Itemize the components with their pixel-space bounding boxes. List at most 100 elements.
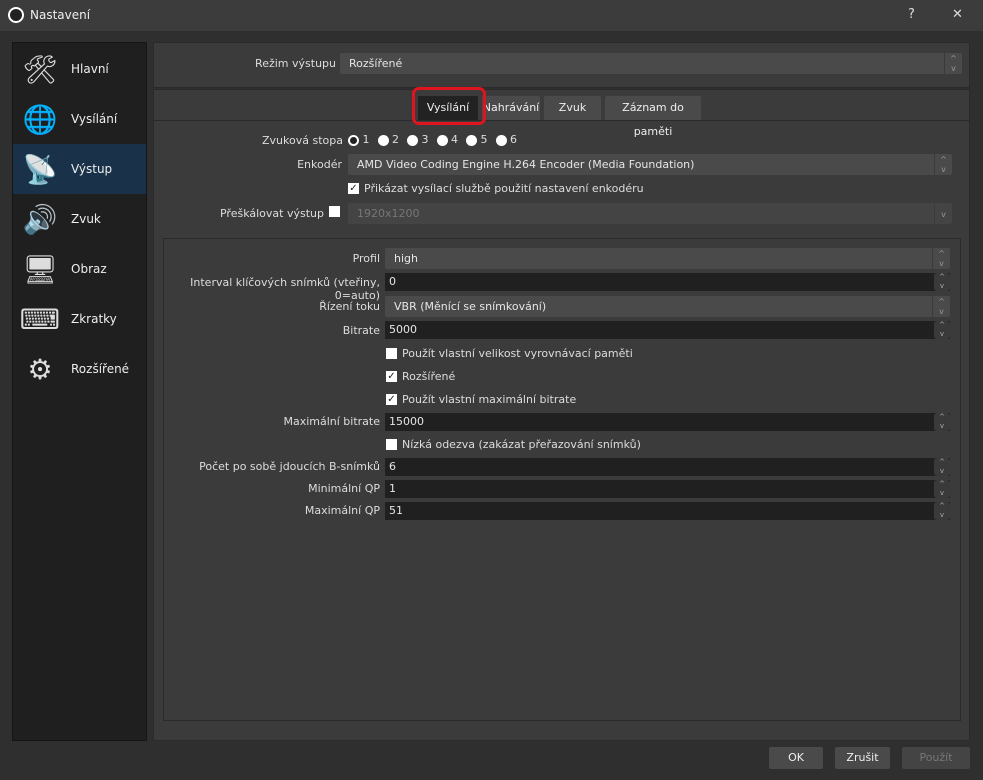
cancel-button[interactable]: Zrušit <box>835 747 890 769</box>
keyframe-spinbox[interactable]: 0 ^ v <box>385 273 950 291</box>
radio-track-1[interactable]: 1 <box>348 133 370 146</box>
audio-track-label: Zvuková stopa <box>262 134 343 147</box>
radio-track-4[interactable]: 4 <box>436 133 458 146</box>
checkmark-icon: ✓ <box>348 183 359 194</box>
chevron-updown-icon: ^ v <box>932 296 950 317</box>
max-bitrate-value: 15000 <box>389 415 424 428</box>
chevron-down-icon: v <box>934 203 952 224</box>
spin-arrows-icon[interactable]: ^ v <box>934 413 950 431</box>
obs-logo-icon <box>8 7 24 23</box>
ok-button[interactable]: OK <box>769 747 823 769</box>
close-button[interactable]: ✕ <box>952 7 963 22</box>
bframes-spinbox[interactable]: 6 ^ v <box>385 458 950 476</box>
encoder-select[interactable]: AMD Video Coding Engine H.264 Encoder (M… <box>348 154 952 175</box>
keyframe-value: 0 <box>389 275 396 288</box>
sidebar-item-label: Zkratky <box>71 312 117 326</box>
bitrate-spinbox[interactable]: 5000 ^ v <box>385 321 950 339</box>
output-mode-select[interactable]: Rozšířené ^ v <box>340 53 962 74</box>
max-bitrate-spinbox[interactable]: 15000 ^ v <box>385 413 950 431</box>
rate-control-select[interactable]: VBR (Měnící se snímkování) ^ v <box>385 296 950 317</box>
encoder-value: AMD Video Coding Engine H.264 Encoder (M… <box>357 158 695 171</box>
min-qp-value: 1 <box>389 482 396 495</box>
min-qp-spinbox[interactable]: 1 ^ v <box>385 480 950 498</box>
enforce-encoder-label: Přikázat vysílací službě použití nastave… <box>364 182 644 195</box>
title-bar: Nastavení ? ✕ <box>0 0 983 31</box>
sidebar-item-label: Hlavní <box>71 62 109 76</box>
bframes-label: Počet po sobě jdoucích B-snímků <box>199 460 380 473</box>
sidebar-item-label: Rozšířené <box>71 362 130 376</box>
spin-arrows-icon[interactable]: ^ v <box>934 273 950 291</box>
output-mode-label: Režim výstupu <box>255 57 336 70</box>
radio-track-6[interactable]: 6 <box>495 133 517 146</box>
output-mode-panel: Režim výstupu Rozšířené ^ v <box>153 42 970 88</box>
audio-track-radios: 1 2 3 4 5 6 <box>348 133 517 146</box>
sidebar-item-label: Výstup <box>71 162 113 176</box>
tab-replay-buffer[interactable]: Záznam do paměti <box>605 96 701 138</box>
custom-buffer-checkbox[interactable]: Použít vlastní velikost vyrovnávací pamě… <box>386 347 633 360</box>
enforce-encoder-checkbox[interactable]: ✓ Přikázat vysílací službě použití nastav… <box>348 182 644 195</box>
sidebar-item-advanced[interactable]: ⚙ Rozšířené <box>13 344 146 394</box>
custom-max-bitrate-label: Použít vlastní maximální bitrate <box>402 393 577 406</box>
max-qp-spinbox[interactable]: 51 ^ v <box>385 502 950 520</box>
tools-icon: 🛠 <box>22 52 58 86</box>
tab-audio[interactable]: Zvuk <box>544 96 601 120</box>
radio-track-5[interactable]: 5 <box>466 133 488 146</box>
apply-button[interactable]: Použít <box>902 747 970 769</box>
chevron-updown-icon: ^ v <box>934 154 952 175</box>
spin-arrows-icon[interactable]: ^ v <box>934 480 950 498</box>
tab-recording[interactable]: Nahrávání <box>482 96 540 120</box>
sidebar-item-stream[interactable]: 🌐 Vysílání <box>13 94 146 144</box>
low-latency-checkbox[interactable]: Nízká odezva (zakázat přeřazování snímků… <box>386 438 641 451</box>
sidebar-item-label: Vysílání <box>71 112 118 126</box>
spin-arrows-icon[interactable]: ^ v <box>934 321 950 339</box>
max-bitrate-label: Maximální bitrate <box>283 415 380 428</box>
profile-select[interactable]: high ^ v <box>385 248 950 269</box>
rate-control-label: Řízení toku <box>319 300 380 313</box>
custom-buffer-label: Použít vlastní velikost vyrovnávací pamě… <box>402 347 633 360</box>
checkmark-icon: ✓ <box>386 394 397 405</box>
gears-icon: ⚙ <box>27 352 53 386</box>
sidebar-item-label: Zvuk <box>71 212 101 226</box>
min-qp-label: Minimální QP <box>308 482 380 495</box>
spin-arrows-icon[interactable]: ^ v <box>934 502 950 520</box>
sidebar-item-video[interactable]: 🖥 Obraz <box>13 244 146 294</box>
bframes-value: 6 <box>389 460 396 473</box>
rescale-label: Přeškálovat výstup <box>219 207 324 220</box>
profile-value: high <box>394 252 418 265</box>
chevron-updown-icon: ^ v <box>932 248 950 269</box>
output-mode-value: Rozšířené <box>349 57 403 70</box>
monitor-icon: 🖥 <box>22 252 58 286</box>
keyboard-icon: ⌨ <box>19 302 61 336</box>
bitrate-label: Bitrate <box>342 324 380 337</box>
broadcast-icon: 📡 <box>22 152 58 186</box>
help-button[interactable]: ? <box>908 7 915 22</box>
radio-track-2[interactable]: 2 <box>377 133 399 146</box>
advanced-checkbox[interactable]: ✓ Rozšířené <box>386 370 455 383</box>
chevron-updown-icon: ^ v <box>944 53 962 74</box>
max-qp-value: 51 <box>389 504 403 517</box>
custom-max-bitrate-checkbox[interactable]: ✓ Použít vlastní maximální bitrate <box>386 393 576 406</box>
sidebar-item-audio[interactable]: 🔊 Zvuk <box>13 194 146 244</box>
sidebar-item-output[interactable]: 📡 Výstup <box>13 144 146 194</box>
speaker-icon: 🔊 <box>22 202 58 236</box>
max-qp-label: Maximální QP <box>304 504 380 517</box>
sidebar-item-general[interactable]: 🛠 Hlavní <box>13 44 146 94</box>
rescale-value: 1920x1200 <box>357 207 420 220</box>
settings-sidebar: 🛠 Hlavní 🌐 Vysílání 📡 Výstup 🔊 Zvuk 🖥 Obraz ⌨… <box>12 42 147 741</box>
profile-label: Profil <box>352 252 380 265</box>
sidebar-item-hotkeys[interactable]: ⌨ Zkratky <box>13 294 146 344</box>
low-latency-label: Nízká odezva (zakázat přeřazování snímků… <box>402 438 641 451</box>
keyframe-label: Interval klíčových snímků (vteřiny, 0=au… <box>190 276 380 302</box>
checkmark-icon: ✓ <box>386 371 397 382</box>
spin-arrows-icon[interactable]: ^ v <box>934 458 950 476</box>
globe-icon: 🌐 <box>22 102 58 136</box>
advanced-label: Rozšířené <box>402 370 456 383</box>
rescale-select[interactable]: 1920x1200 v <box>348 203 952 224</box>
rate-control-value: VBR (Měnící se snímkování) <box>394 300 547 313</box>
bitrate-value: 5000 <box>389 323 417 336</box>
encoder-label: Enkodér <box>297 158 342 171</box>
radio-track-3[interactable]: 3 <box>407 133 429 146</box>
window-title: Nastavení <box>30 8 91 22</box>
highlight-outline <box>412 87 486 125</box>
rescale-checkbox[interactable] <box>329 206 340 217</box>
